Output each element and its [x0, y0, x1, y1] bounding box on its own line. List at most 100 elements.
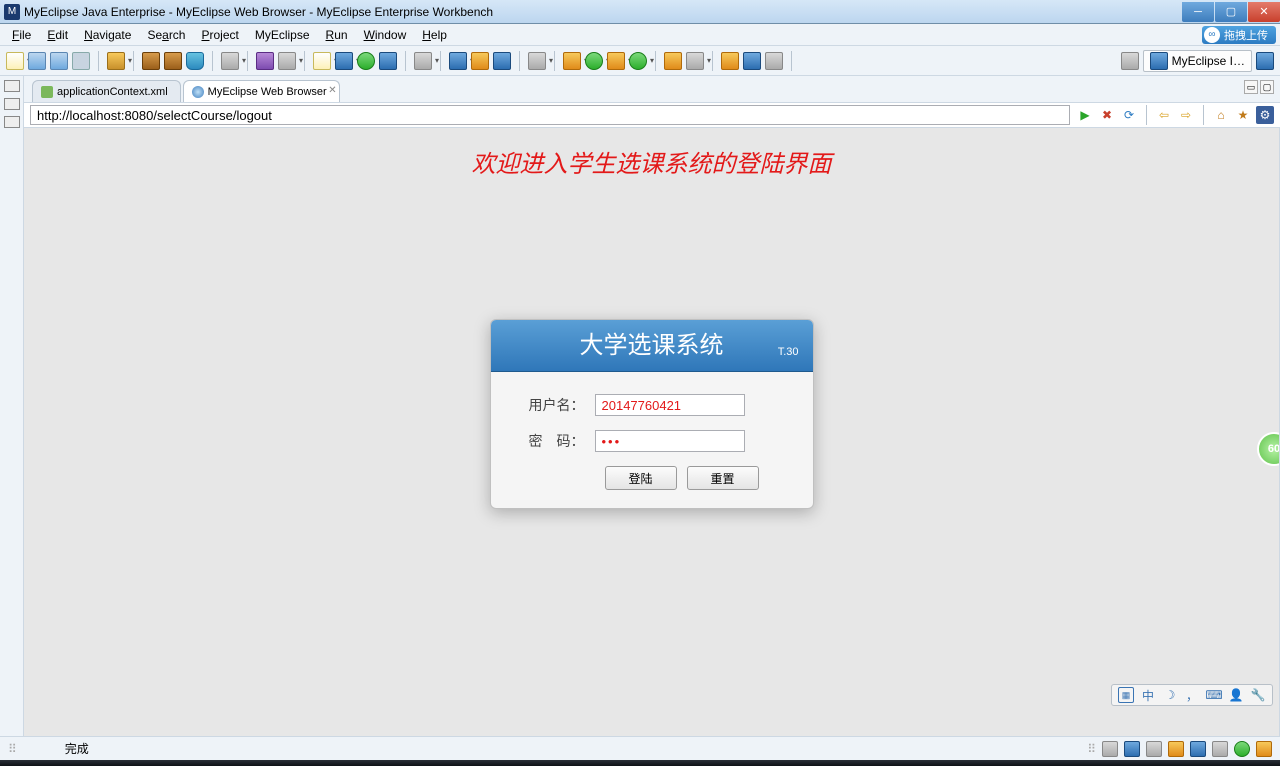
home-icon[interactable]: ⌂ [1212, 106, 1230, 124]
tool-icon[interactable]: ⚙ [1256, 106, 1274, 124]
tab-application-context[interactable]: applicationContext.xml [32, 80, 181, 102]
menu-navigate[interactable]: Navigate [76, 26, 139, 44]
status-icon2[interactable] [1124, 741, 1140, 757]
reset-button[interactable]: 重置 [687, 466, 759, 490]
print-icon[interactable] [72, 52, 90, 70]
leaf-icon [41, 86, 53, 98]
menu-myeclipse[interactable]: MyEclipse [247, 26, 318, 44]
tool5-icon[interactable] [471, 52, 489, 70]
perspective-button[interactable]: MyEclipse I… [1143, 50, 1252, 72]
status-icon6[interactable] [1212, 741, 1228, 757]
editor-maximize-icon[interactable]: ▢ [1260, 80, 1274, 94]
forward-icon[interactable]: ⇨ [1177, 106, 1195, 124]
rail-restore-icon[interactable] [4, 80, 20, 92]
menu-help[interactable]: Help [414, 26, 455, 44]
tool-gray-icon[interactable] [221, 52, 239, 70]
tool4-icon[interactable] [449, 52, 467, 70]
find-icon[interactable] [743, 52, 761, 70]
uml-icon[interactable] [256, 52, 274, 70]
go-icon[interactable]: ▶ [1076, 106, 1094, 124]
perspective-icon [1150, 52, 1168, 70]
ime-zhong-icon[interactable]: 中 [1140, 687, 1156, 703]
save-icon[interactable] [28, 52, 46, 70]
menu-project[interactable]: Project [193, 26, 246, 44]
box1-icon[interactable] [142, 52, 160, 70]
debug-icon[interactable] [563, 52, 581, 70]
welcome-heading: 欢迎进入学生选课系统的登陆界面 [24, 144, 1279, 179]
hibernate-icon[interactable] [313, 52, 331, 70]
tool6-icon[interactable] [493, 52, 511, 70]
window-maximize-button[interactable]: ▢ [1215, 2, 1247, 22]
browser-page: 欢迎进入学生选课系统的登陆界面 大学选课系统 T.30 用户名： 密 码： [24, 128, 1280, 736]
ime-comma-icon[interactable]: ， [1184, 687, 1200, 703]
cloud-upload-label: 拖拽上传 [1224, 27, 1268, 43]
database-icon[interactable] [186, 52, 204, 70]
ime-toolbar[interactable]: ▦ 中 ☽ ， ⌨ 👤 🔧 [1111, 684, 1273, 706]
password-input[interactable] [595, 430, 745, 452]
browser-url-bar: ▶ ✖ ⟳ ⇦ ⇨ ⌂ ★ ⚙ [24, 102, 1280, 128]
cloud-upload-button[interactable]: ∞ 拖拽上传 [1202, 26, 1276, 44]
new-icon[interactable] [6, 52, 24, 70]
login-panel-title: 大学选课系统 [580, 332, 724, 359]
rail-view2-icon[interactable] [4, 116, 20, 128]
menu-file[interactable]: File [4, 26, 39, 44]
status-icon5[interactable] [1190, 741, 1206, 757]
status-icon4[interactable] [1168, 741, 1184, 757]
package-icon[interactable] [107, 52, 125, 70]
tab-label: MyEclipse Web Browser [208, 86, 327, 98]
status-bar: ⠿ 完成 ⠿ [0, 736, 1280, 760]
status-icon3[interactable] [1146, 741, 1162, 757]
save-all-icon[interactable] [50, 52, 68, 70]
username-input[interactable] [595, 394, 745, 416]
status-icon8[interactable] [1256, 741, 1272, 757]
ext-tools-icon[interactable] [607, 52, 625, 70]
tab-close-icon[interactable]: ✕ [328, 85, 336, 96]
editor-minimize-icon[interactable]: ▭ [1244, 80, 1258, 94]
tool3-icon[interactable] [414, 52, 432, 70]
stop-icon[interactable]: ✖ [1098, 106, 1116, 124]
toggle-icon[interactable] [765, 52, 783, 70]
ime-keyboard-icon[interactable]: ⌨ [1206, 687, 1222, 703]
menu-edit[interactable]: Edit [39, 26, 76, 44]
ime-user-icon[interactable]: 👤 [1228, 687, 1244, 703]
fav-icon[interactable] [721, 52, 739, 70]
status-icon1[interactable] [1102, 741, 1118, 757]
open-perspective-icon[interactable] [1121, 52, 1139, 70]
camera-icon[interactable] [528, 52, 546, 70]
tool-gray2-icon[interactable] [278, 52, 296, 70]
task2-icon[interactable] [686, 52, 704, 70]
menu-bar: File Edit Navigate Search Project MyEcli… [0, 24, 1280, 46]
title-bar: M MyEclipse Java Enterprise - MyEclipse … [0, 0, 1280, 24]
spring-icon[interactable] [335, 52, 353, 70]
status-text: 完成 [65, 740, 89, 757]
globe-icon [192, 86, 204, 98]
side-badge[interactable]: 60 [1257, 432, 1280, 466]
window-title: MyEclipse Java Enterprise - MyEclipse We… [24, 5, 493, 19]
bookmarks-icon[interactable]: ★ [1234, 106, 1252, 124]
password-label: 密 码： [511, 431, 595, 451]
window-close-button[interactable]: ✕ [1248, 2, 1280, 22]
window-minimize-button[interactable]: ─ [1182, 2, 1214, 22]
run-server-icon[interactable] [357, 52, 375, 70]
ime-settings-icon[interactable]: 🔧 [1250, 687, 1266, 703]
menu-window[interactable]: Window [356, 26, 415, 44]
username-label: 用户名： [511, 395, 595, 415]
url-input[interactable] [30, 105, 1070, 125]
rail-view1-icon[interactable] [4, 98, 20, 110]
back-icon[interactable]: ⇦ [1155, 106, 1173, 124]
globe-icon[interactable] [379, 52, 397, 70]
menu-run[interactable]: Run [318, 26, 356, 44]
menu-search[interactable]: Search [139, 26, 193, 44]
box2-icon[interactable] [164, 52, 182, 70]
login-panel: 大学选课系统 T.30 用户名： 密 码： 登陆 重置 [490, 319, 814, 509]
refresh-icon[interactable]: ⟳ [1120, 106, 1138, 124]
ime-logo-icon[interactable]: ▦ [1118, 687, 1134, 703]
coverage-icon[interactable] [629, 52, 647, 70]
login-button[interactable]: 登陆 [605, 466, 677, 490]
perspective-menu-icon[interactable] [1256, 52, 1274, 70]
tab-web-browser[interactable]: MyEclipse Web Browser ✕ [183, 80, 340, 102]
task-icon[interactable] [664, 52, 682, 70]
status-icon7[interactable] [1234, 741, 1250, 757]
ime-moon-icon[interactable]: ☽ [1162, 687, 1178, 703]
run-icon[interactable] [585, 52, 603, 70]
